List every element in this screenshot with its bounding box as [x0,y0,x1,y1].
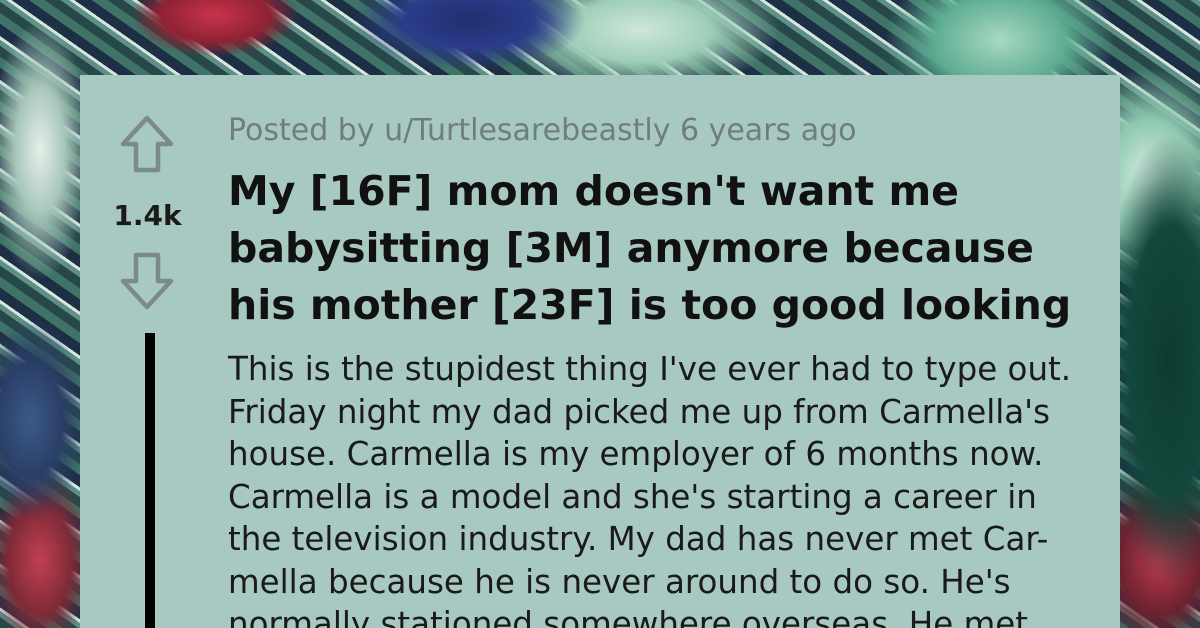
post-body-line: Friday night my dad picked me up from Ca… [228,392,1051,431]
post-body-line: normally stationed somewhere overseas. H… [228,605,1028,628]
post-title-line: his mother [23F] is too good looking [228,281,1072,329]
post-title-line: My [16F] mom doesn't want me [228,167,959,215]
post-meta: Posted by u/Turtlesarebeastly 6 years ag… [228,113,857,148]
post-body-line: house. Carmella is my employer of 6 mont… [228,435,1044,473]
downvote-arrow-icon[interactable] [120,252,174,310]
vote-score: 1.4k [113,199,182,232]
post-body-line: This is the stupidest thing I've ever ha… [228,350,1072,388]
reddit-post-card: 1.4k Posted by u/Turtlesarebeastly 6 yea… [80,75,1120,628]
thread-line [145,333,155,628]
post-body-line: the television industry. My dad has neve… [228,520,1049,558]
post-body: This is the stupidest thing I've ever ha… [228,348,1108,628]
post-body-line: mella because he is never around to do s… [228,562,1011,601]
post-title-line: babysitting [3M] anymore because [228,224,1034,272]
post-body-line: Carmella is a model and she's starting a… [228,477,1037,516]
upvote-arrow-icon[interactable] [120,115,174,173]
vote-column: 1.4k [80,75,215,628]
post-title[interactable]: My [16F] mom doesn't want me babysitting… [228,163,1108,334]
